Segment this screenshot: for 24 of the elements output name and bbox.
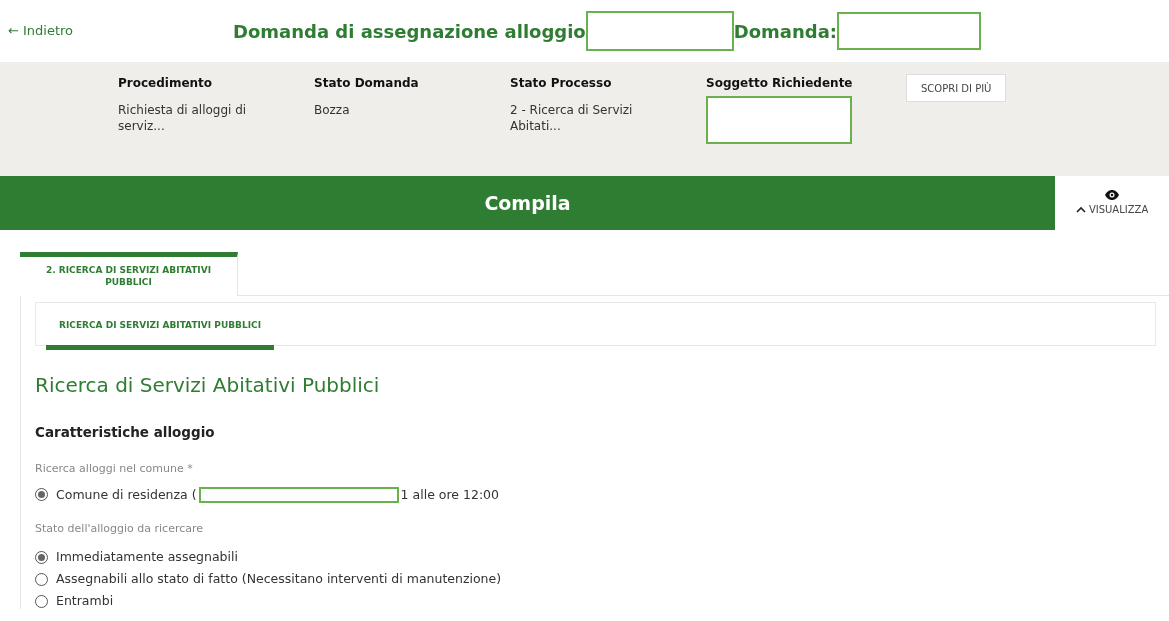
field-label: Stato Processo	[510, 75, 613, 92]
option-label: Comune di residenza (	[56, 486, 197, 502]
field-label: Procedimento	[118, 75, 214, 92]
field-label: Ricerca alloggi nel comune *	[35, 460, 194, 477]
field-label: Stato Domanda	[314, 75, 420, 92]
more-info-button[interactable]: SCOPRI DI PIÙ	[906, 74, 1007, 102]
field-label: Soggetto Richiedente	[706, 75, 854, 92]
field-value: Richiesta di alloggi di serviz...	[118, 102, 248, 135]
step-tab[interactable]: 2. RICERCA DI SERVIZI ABITATIVI PUBBLICI	[20, 252, 238, 297]
option-label: Immediatamente assegnabili	[56, 549, 238, 564]
field-label: Stato dell'alloggio da ricercare	[35, 521, 205, 538]
eye-icon	[1105, 189, 1119, 200]
domanda-label: Domanda:	[733, 19, 837, 44]
compila-bar: Compila	[0, 176, 1055, 230]
section-tab[interactable]: RICERCA DI SERVIZI ABITATIVI PUBBLICI	[46, 318, 274, 350]
back-link[interactable]: ← Indietro	[8, 21, 233, 41]
field-value: 2 - Ricerca di Servizi Abitati...	[510, 102, 634, 135]
section-title: Ricerca di Servizi Abitativi Pubblici	[35, 372, 381, 400]
option-label: Assegnabili allo stato di fatto (Necessitano interventi di manutenzione)	[56, 572, 502, 587]
field-value: Bozza	[314, 102, 351, 119]
option-label: 1 alle ore 12:00	[400, 486, 499, 502]
page-title: Domanda di assegnazione alloggio	[233, 19, 586, 44]
subsection-title: Caratteristiche alloggio	[35, 423, 216, 443]
option-label: Entrambi	[56, 594, 114, 609]
